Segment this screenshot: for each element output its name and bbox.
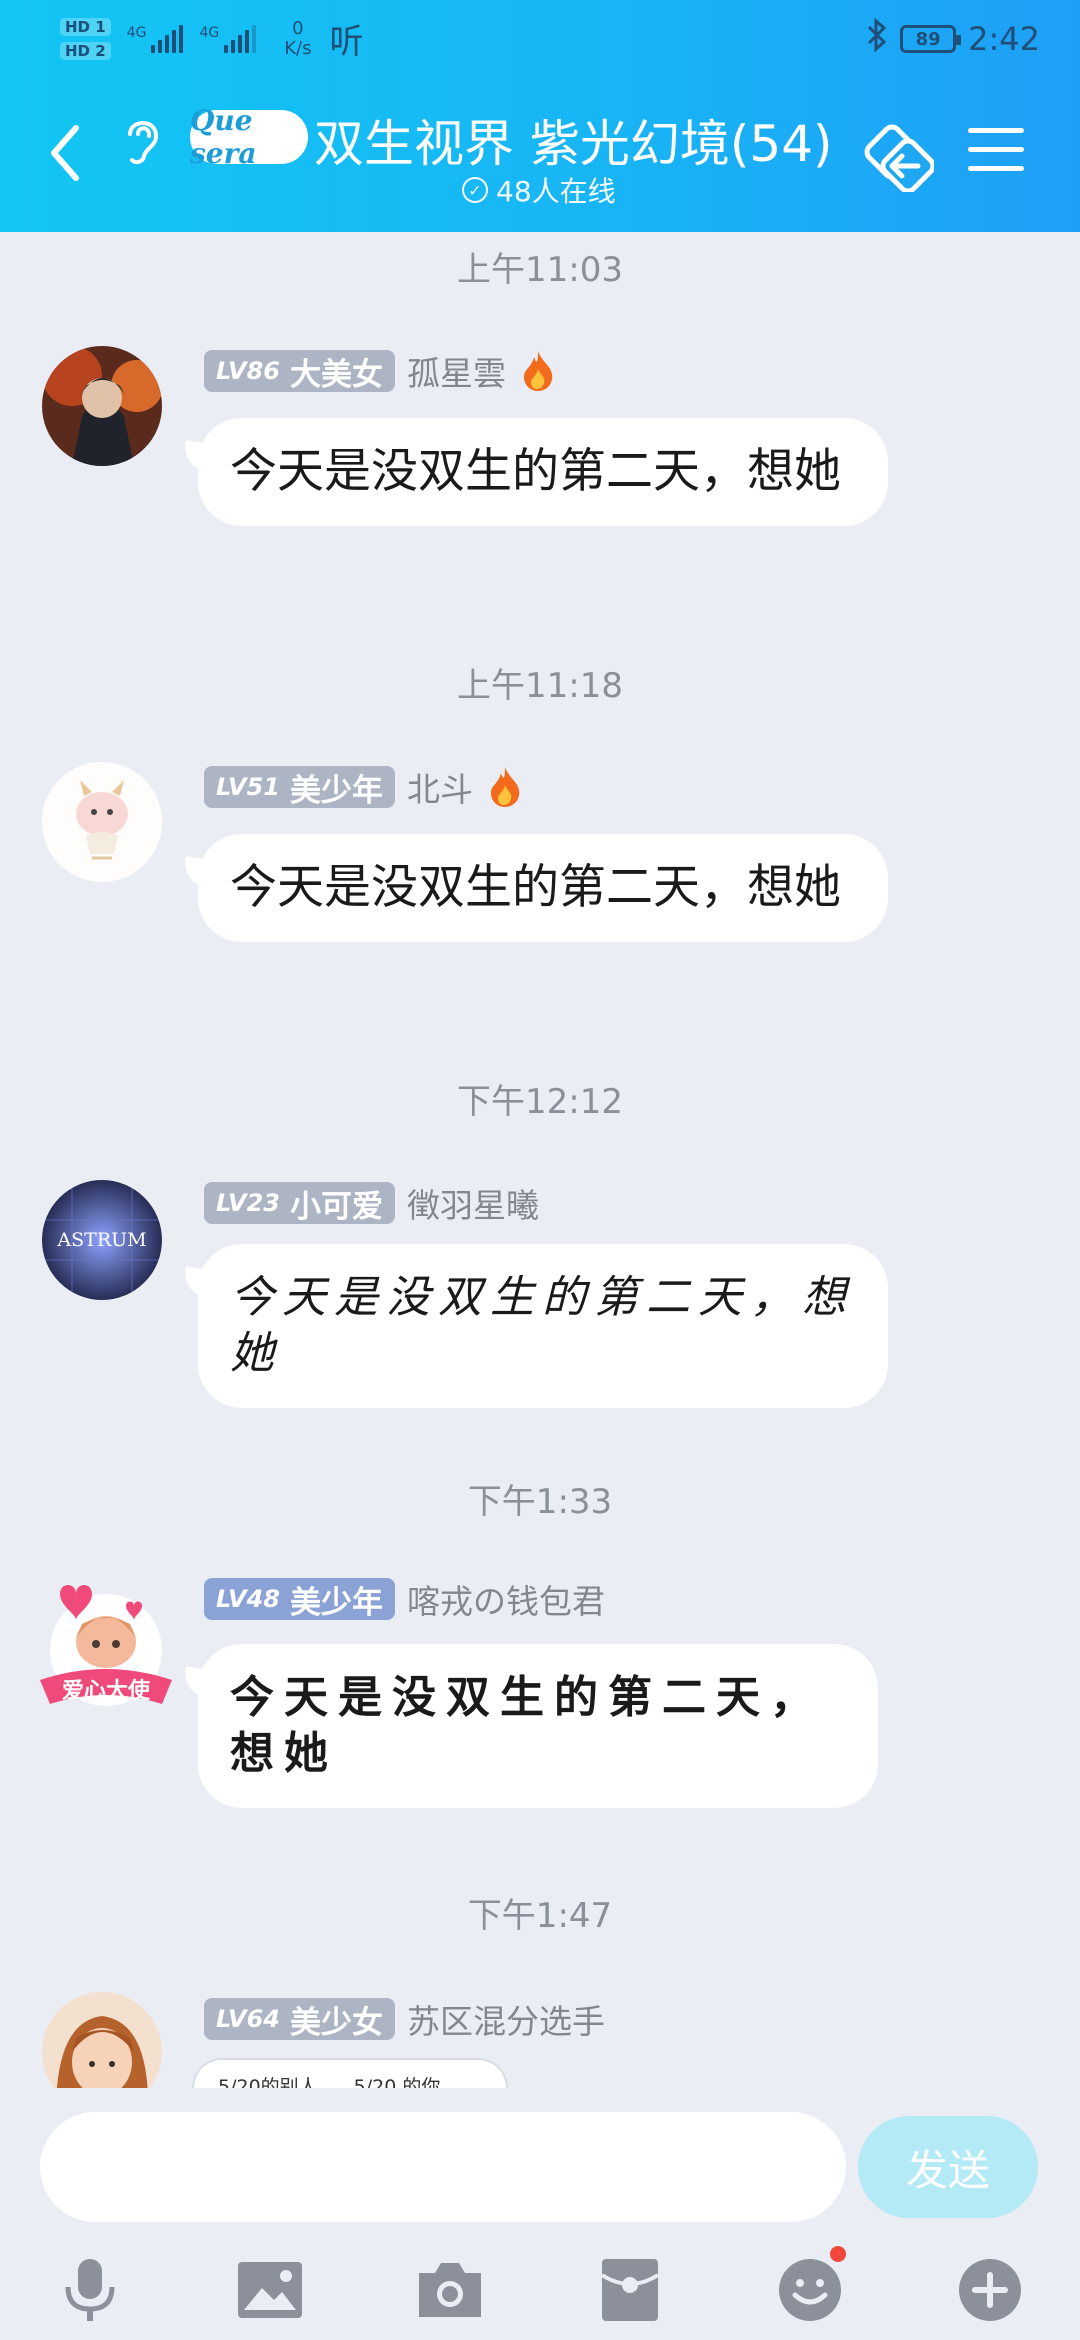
avatar[interactable] xyxy=(42,346,162,466)
back-button[interactable] xyxy=(40,118,90,188)
online-count-label: 48人在线 xyxy=(496,175,616,208)
timestamp: 上午11:03 xyxy=(457,250,623,290)
battery-icon: 89 xyxy=(900,25,962,53)
fire-icon xyxy=(490,767,520,807)
message-input[interactable] xyxy=(40,2112,846,2222)
microphone-icon[interactable] xyxy=(52,2252,128,2328)
sender-name[interactable]: 徵羽星曦 xyxy=(407,1179,539,1227)
camera-icon[interactable] xyxy=(412,2252,488,2328)
timestamp: 下午1:47 xyxy=(467,1896,613,1936)
bluetooth-icon xyxy=(866,17,888,60)
avatar[interactable] xyxy=(42,762,162,882)
message-bubble[interactable]: 今天是没双生的第二天，想她 xyxy=(198,1244,888,1408)
card-right-label: 5/20 的你 xyxy=(353,2076,441,2088)
network-speed: 0 K/s xyxy=(284,17,312,59)
status-right: 89 2:42 xyxy=(866,17,1040,60)
status-bar: HD 1 HD 2 4G 4G 0 K/s 听 89 2:42 xyxy=(0,0,1080,80)
avatar[interactable]: ASTRUM xyxy=(42,1180,162,1300)
toolbar xyxy=(0,2246,1080,2332)
share-icon[interactable] xyxy=(862,122,936,194)
sender-info: LV48 美少年 喀戎の钱包君 xyxy=(204,1575,605,1623)
timestamp: 下午1:33 xyxy=(467,1482,613,1522)
signal-1-icon: 4G xyxy=(127,24,184,53)
status-left: HD 1 HD 2 4G 4G 0 K/s 听 xyxy=(60,14,363,63)
message-bubble[interactable]: 今天是没双生的第二天，想她 xyxy=(198,1644,878,1808)
image-icon[interactable] xyxy=(232,2252,308,2328)
level-badge: LV51 美少年 xyxy=(204,766,395,809)
ear-mode-icon[interactable] xyxy=(122,112,164,168)
online-count[interactable]: ✓ 48人在线 xyxy=(462,170,616,210)
avatar[interactable] xyxy=(42,1992,162,2088)
card-left-label: 5/20的别人 xyxy=(218,2076,318,2088)
hd2-badge: HD 2 xyxy=(60,41,111,60)
sender-info: LV64 美少女 苏区混分选手 xyxy=(204,1995,605,2043)
sender-name[interactable]: 北斗 xyxy=(407,763,473,811)
notification-dot xyxy=(830,2246,846,2262)
sender-info: LV86 大美女 孤星雲 xyxy=(204,347,556,395)
emoji-icon[interactable] xyxy=(772,2246,848,2328)
chat-list[interactable]: 上午11:03 LV86 大美女 孤星雲 今天是没双生的第二天，想她 上午11:… xyxy=(0,232,1080,2088)
plus-icon[interactable] xyxy=(952,2252,1028,2328)
sender-name[interactable]: 苏区混分选手 xyxy=(407,1995,605,2043)
chevron-left-icon xyxy=(51,125,79,181)
signal-2-icon: 4G xyxy=(199,24,257,53)
svg-text:ASTRUM: ASTRUM xyxy=(56,1229,146,1251)
sender-info: LV51 美少年 北斗 xyxy=(204,763,523,811)
group-title[interactable]: 双生视界 紫光幻境(54) xyxy=(314,104,833,176)
clock: 2:42 xyxy=(968,20,1040,58)
red-packet-icon[interactable] xyxy=(592,2252,668,2328)
message-bubble[interactable]: 今天是没双生的第二天，想她 xyxy=(198,418,888,526)
group-logo: Que sera xyxy=(190,104,308,170)
send-button[interactable]: 发送 xyxy=(858,2116,1038,2218)
level-badge: LV64 美少女 xyxy=(204,1998,395,2041)
message-bubble[interactable]: 今天是没双生的第二天，想她 xyxy=(198,834,888,942)
fire-icon xyxy=(523,351,553,391)
input-bar: 发送 xyxy=(0,2090,1080,2340)
battery-level: 89 xyxy=(915,28,941,50)
hd1-badge: HD 1 xyxy=(60,17,111,36)
menu-icon[interactable] xyxy=(968,128,1024,176)
timestamp: 下午12:12 xyxy=(457,1082,623,1122)
check-circle-icon: ✓ xyxy=(462,177,488,203)
top-bar: HD 1 HD 2 4G 4G 0 K/s 听 89 2:42 Que sera… xyxy=(0,0,1080,232)
level-badge: LV86 大美女 xyxy=(204,350,395,393)
level-badge: LV23 小可爱 xyxy=(204,1182,395,1225)
listen-indicator: 听 xyxy=(329,22,364,62)
avatar-with-frame[interactable]: 爱心大使 xyxy=(30,1576,176,1722)
level-badge: LV48 美少年 xyxy=(204,1578,395,1621)
timestamp: 上午11:18 xyxy=(457,666,623,706)
sender-name[interactable]: 孤星雲 xyxy=(407,347,506,395)
sender-name[interactable]: 喀戎の钱包君 xyxy=(407,1575,605,1623)
image-card-preview[interactable]: 5/20的别人 5/20 的你 xyxy=(192,2058,508,2088)
hd-indicators: HD 1 HD 2 xyxy=(60,17,111,60)
sender-info: LV23 小可爱 徵羽星曦 xyxy=(204,1179,539,1227)
svg-text:爱心大使: 爱心大使 xyxy=(62,1679,151,1704)
